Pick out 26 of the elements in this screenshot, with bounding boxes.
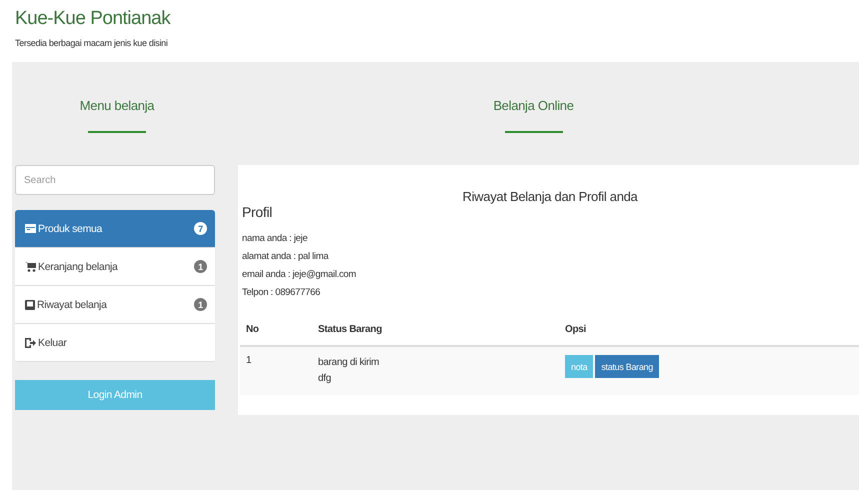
panel-title: Riwayat Belanja dan Profil anda bbox=[462, 189, 638, 204]
count-badge: 1 bbox=[194, 260, 207, 273]
menu-item[interactable]: Keranjang belanja 1 bbox=[15, 248, 215, 286]
count-badge: 7 bbox=[194, 222, 207, 235]
card-icon bbox=[25, 224, 36, 233]
profile-line: Telpon : 089677766 bbox=[242, 286, 322, 300]
menu-item[interactable]: Riwayat belanja 1 bbox=[15, 286, 215, 324]
search-field[interactable]: Search bbox=[15, 165, 215, 195]
status-text: barang di kirim bbox=[318, 356, 380, 370]
count-badge: 1 bbox=[194, 298, 207, 311]
section-heading: Menu belanja bbox=[80, 98, 154, 113]
site-title: Kue-Kue Pontianak bbox=[15, 8, 172, 30]
status-text: dfg bbox=[318, 372, 332, 386]
site-tagline: Tersedia berbagai macam jenis kue disini bbox=[15, 38, 169, 48]
profile-heading: Profil bbox=[242, 204, 274, 220]
cart-icon bbox=[25, 262, 36, 272]
section-heading: Belanja Online bbox=[493, 98, 574, 113]
logout-icon bbox=[25, 338, 36, 348]
status-button[interactable]: status Barang bbox=[595, 355, 659, 378]
profile-line: alamat anda : pal lima bbox=[242, 250, 330, 264]
profile-line: nama anda : jeje bbox=[242, 232, 308, 246]
menu-item[interactable]: Produk semua 7 bbox=[15, 210, 215, 248]
table-cell: 1 bbox=[240, 346, 312, 395]
inbox-icon bbox=[25, 300, 35, 310]
menu-item[interactable]: Keluar bbox=[15, 324, 215, 362]
profile-line: email anda : jeje@gmail.com bbox=[242, 268, 358, 282]
